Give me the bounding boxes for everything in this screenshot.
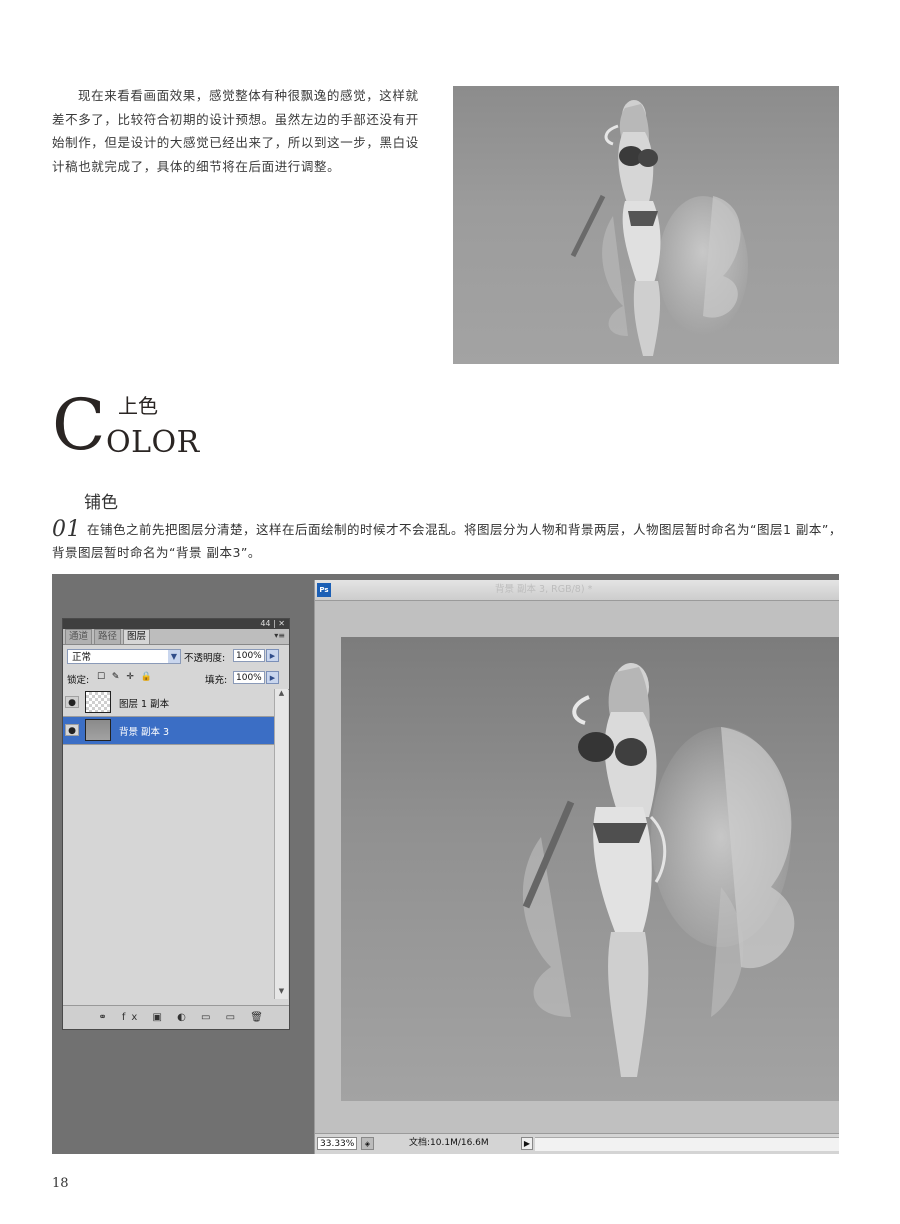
- section-title-en: OLOR: [106, 425, 200, 460]
- horizontal-scrollbar[interactable]: [535, 1137, 839, 1151]
- canvas[interactable]: [341, 637, 839, 1101]
- document-window: Ps 背景 副本 3, RGB/8) * 33.33% ◈ 文档:10.1M/1…: [314, 580, 839, 1154]
- tab-layers[interactable]: 图层: [123, 629, 151, 644]
- step-number: 01: [52, 517, 81, 542]
- step-paragraph: 01 在铺色之前先把图层分清楚，这样在后面绘制的时候才不会混乱。将图层分为人物和背…: [52, 518, 842, 564]
- section-title-cn: 上色: [118, 394, 158, 418]
- blend-mode-value: 正常: [72, 652, 92, 663]
- tab-paths[interactable]: 路径: [94, 629, 122, 644]
- opacity-arrow-icon[interactable]: ▶: [266, 649, 279, 662]
- tab-channels[interactable]: 通道: [65, 629, 93, 644]
- layer-name: 背景 副本 3: [119, 727, 170, 738]
- photoshop-logo-icon: Ps: [317, 583, 331, 597]
- fill-input[interactable]: 100%: [233, 671, 265, 684]
- status-bar: 33.33% ◈ 文档:10.1M/16.6M ▶: [315, 1133, 839, 1154]
- eye-icon[interactable]: ●: [65, 724, 79, 736]
- opacity-input[interactable]: 100%: [233, 649, 265, 662]
- intro-text: 现在来看看画面效果，感觉整体有种很飘逸的感觉，这样就差不多了，比较符合初期的设计…: [52, 88, 419, 174]
- zoom-input[interactable]: 33.33%: [317, 1137, 357, 1150]
- scroll-down-icon[interactable]: ▼: [275, 987, 288, 999]
- layer-row-selected[interactable]: ● 背景 副本 3: [63, 717, 274, 745]
- preview-image-grayscale: [453, 86, 839, 364]
- layer-name: 图层 1 副本: [119, 699, 170, 710]
- layer-list-scrollbar[interactable]: ▲ ▼: [274, 689, 288, 999]
- opacity-label: 不透明度:: [184, 653, 226, 664]
- fill-arrow-icon[interactable]: ▶: [266, 671, 279, 684]
- lock-icons[interactable]: ☐ ✎ ✛ 🔒: [97, 672, 154, 682]
- figure-illustration: [570, 100, 748, 356]
- document-titlebar: Ps 背景 副本 3, RGB/8) *: [315, 580, 839, 601]
- panel-tabs: 通道 路径 图层 ▾≡: [63, 629, 289, 645]
- layers-footer-icons[interactable]: ⚭ fx ▣ ◐ ▭ ▭ 🗑: [63, 1005, 289, 1029]
- subheading: 铺色: [84, 493, 118, 513]
- fill-label: 填充:: [205, 675, 228, 686]
- layers-panel: 44 | ✕ 通道 路径 图层 ▾≡ 正常 ▼ 不透明度: 100% ▶ 锁定: ☐…: [62, 618, 290, 1030]
- eye-icon[interactable]: ●: [65, 696, 79, 708]
- lock-fill-row: 锁定: ☐ ✎ ✛ 🔒 填充: 100% ▶: [63, 667, 289, 690]
- page-number: 18: [52, 1176, 69, 1191]
- document-title: 背景 副本 3, RGB/8) *: [495, 584, 593, 595]
- scroll-up-icon[interactable]: ▲: [275, 689, 288, 701]
- layer-row[interactable]: ● 图层 1 副本: [63, 689, 274, 717]
- section-title-color: 上色 C OLOR: [52, 388, 312, 468]
- chevron-down-icon[interactable]: ▼: [168, 650, 180, 663]
- document-info: 文档:10.1M/16.6M: [409, 1138, 489, 1148]
- status-arrow-icon[interactable]: ▶: [521, 1137, 533, 1150]
- intro-paragraph: 现在来看看画面效果，感觉整体有种很飘逸的感觉，这样就差不多了，比较符合初期的设计…: [52, 84, 428, 178]
- layer-thumbnail: [85, 719, 111, 741]
- canvas-area: [315, 601, 839, 1134]
- section-title-initial: C: [52, 384, 106, 466]
- panel-controls[interactable]: 44 | ✕: [63, 619, 289, 629]
- step-text: 在铺色之前先把图层分清楚，这样在后面绘制的时候才不会混乱。将图层分为人物和背景两…: [52, 522, 842, 560]
- blend-opacity-row: 正常 ▼ 不透明度: 100% ▶: [63, 645, 289, 667]
- photoshop-screenshot: 44 | ✕ 通道 路径 图层 ▾≡ 正常 ▼ 不透明度: 100% ▶ 锁定: ☐…: [52, 574, 839, 1154]
- layer-thumbnail: [85, 691, 111, 713]
- panel-menu-icon[interactable]: ▾≡: [274, 631, 285, 640]
- blend-mode-select[interactable]: 正常 ▼: [67, 649, 181, 664]
- lock-label: 锁定:: [67, 675, 90, 686]
- figure-illustration-large: [522, 663, 795, 1077]
- status-menu-icon[interactable]: ◈: [361, 1137, 374, 1150]
- layer-list: ● 图层 1 副本 ● 背景 副本 3: [63, 689, 274, 999]
